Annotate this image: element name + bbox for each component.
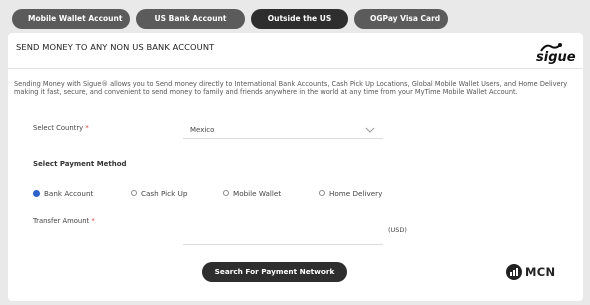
send-money-card: SEND MONEY TO ANY NON US BANK ACCOUNT si…	[8, 33, 583, 301]
mcn-logo-text: MCN	[525, 265, 556, 279]
radio-label: Bank Account	[44, 188, 94, 198]
transfer-amount-input[interactable]	[183, 221, 383, 245]
chevron-down-icon	[365, 127, 375, 133]
tab-us-bank-account[interactable]: US Bank Account	[136, 9, 245, 29]
radio-label: Home Delivery	[329, 188, 383, 198]
description-text: Sending Money with Sigue® allows you to …	[14, 80, 568, 96]
radio-selected-icon	[33, 189, 40, 197]
currency-label: (USD)	[388, 226, 407, 234]
search-payment-network-button[interactable]: Search For Payment Network	[202, 262, 347, 282]
payment-method-heading: Select Payment Method	[33, 160, 127, 168]
radio-label: Mobile Wallet	[233, 188, 282, 198]
mcn-logo-icon	[506, 264, 522, 280]
radio-unselected-icon	[319, 190, 325, 196]
select-country-label: Select Country *	[33, 124, 89, 132]
radio-cash-pick-up[interactable]: Cash Pick Up	[131, 187, 187, 199]
card-title: SEND MONEY TO ANY NON US BANK ACCOUNT	[16, 42, 215, 52]
transfer-amount-label: Transfer Amount *	[33, 217, 95, 225]
tab-ogpay-visa-card[interactable]: OGPay Visa Card	[354, 9, 448, 29]
radio-home-delivery[interactable]: Home Delivery	[319, 187, 382, 199]
radio-mobile-wallet[interactable]: Mobile Wallet	[223, 187, 281, 199]
radio-label: Cash Pick Up	[141, 188, 188, 198]
tab-mobile-wallet-account[interactable]: Mobile Wallet Account	[12, 9, 130, 29]
sigue-logo-word: sigue	[536, 50, 576, 65]
radio-unselected-icon	[131, 190, 137, 196]
country-select[interactable]: Mexico	[183, 122, 383, 139]
required-mark: *	[91, 217, 95, 225]
radio-unselected-icon	[223, 190, 229, 196]
tab-outside-the-us[interactable]: Outside the US	[251, 9, 348, 29]
sigue-logo: sigue	[534, 41, 576, 67]
title-divider	[8, 68, 583, 69]
mcn-logo: MCN	[506, 262, 555, 282]
radio-bank-account[interactable]: Bank Account	[33, 187, 93, 199]
country-select-value: Mexico	[190, 126, 215, 134]
account-type-tabs: Mobile Wallet Account US Bank Account Ou…	[12, 9, 454, 29]
required-mark: *	[85, 124, 89, 132]
